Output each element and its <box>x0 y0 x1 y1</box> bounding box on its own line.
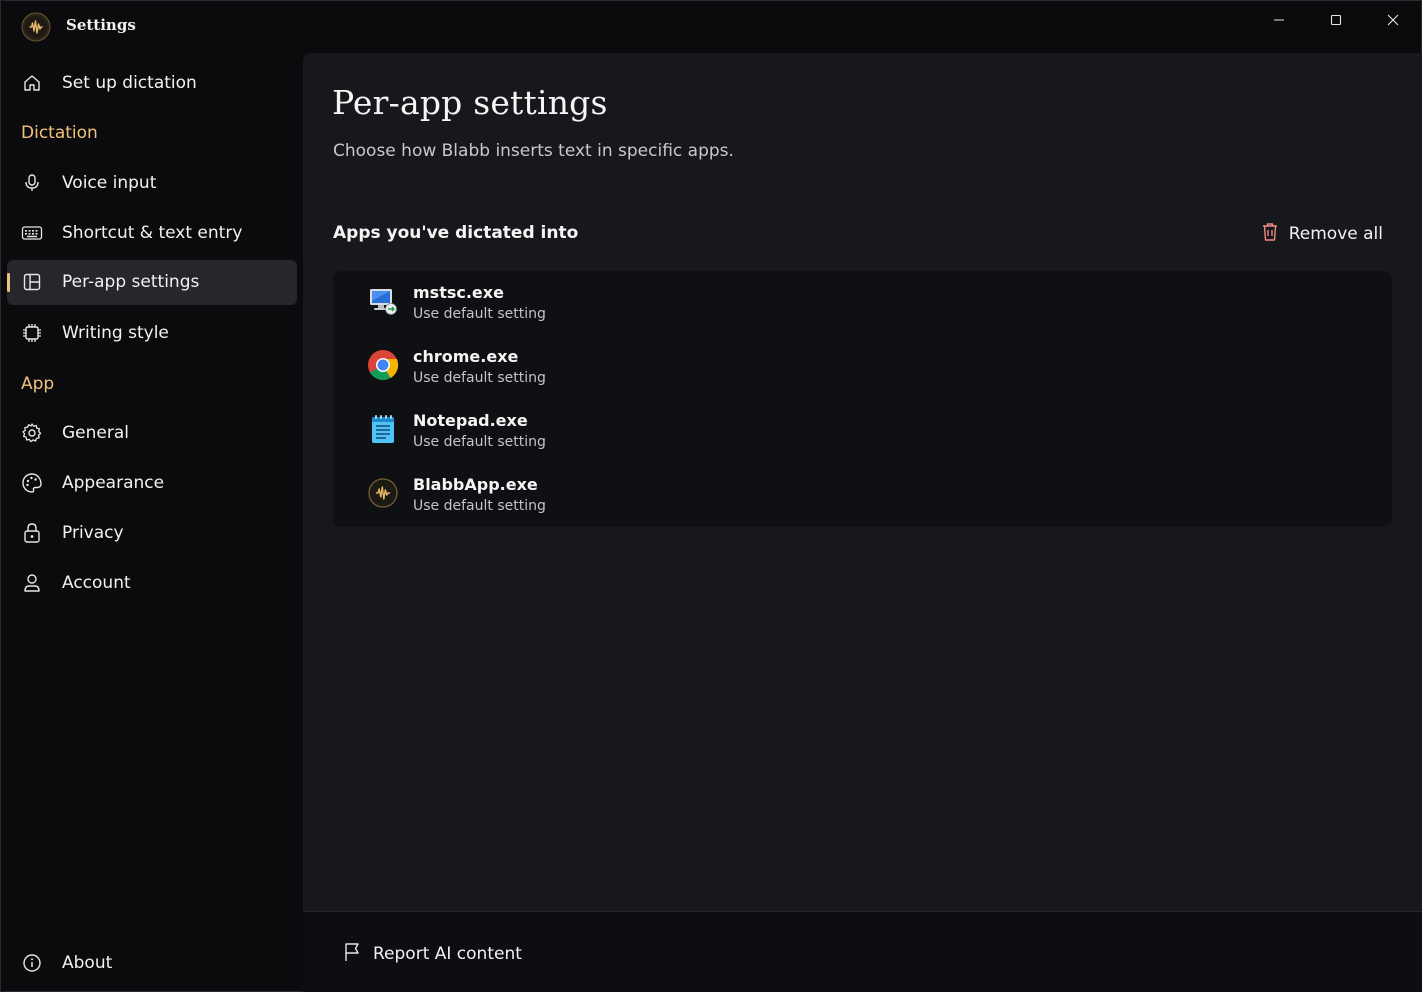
chip-icon <box>21 322 43 344</box>
app-row-mstsc[interactable]: mstsc.exe Use default setting <box>333 271 1392 335</box>
blabb-logo-icon <box>21 12 51 42</box>
app-row-blabbapp[interactable]: BlabbApp.exe Use default setting <box>333 463 1392 527</box>
report-ai-content-button[interactable]: Report AI content <box>333 936 532 972</box>
sidebar-item-about[interactable]: About <box>7 941 297 986</box>
sidebar: Set up dictation Dictation Voice input S… <box>1 53 303 992</box>
sidebar-item-per-app-settings[interactable]: Per-app settings <box>7 260 297 305</box>
close-button[interactable] <box>1364 1 1421 39</box>
flag-icon <box>343 942 361 967</box>
sidebar-item-label: Set up dictation <box>62 73 197 93</box>
sidebar-item-set-up-dictation[interactable]: Set up dictation <box>7 61 297 106</box>
maximize-icon <box>1330 14 1341 26</box>
app-setting: Use default setting <box>413 498 546 514</box>
minimize-button[interactable] <box>1250 1 1307 39</box>
app-setting: Use default setting <box>413 306 546 322</box>
remote-desktop-icon <box>367 285 399 317</box>
microphone-icon <box>21 172 43 194</box>
sidebar-item-label: Voice input <box>62 173 157 193</box>
sidebar-item-label: Account <box>62 573 131 593</box>
sidebar-item-shortcut-text-entry[interactable]: Shortcut & text entry <box>7 211 297 256</box>
app-setting: Use default setting <box>413 370 546 386</box>
sidebar-item-label: Privacy <box>62 523 124 543</box>
app-panels-icon <box>21 271 43 293</box>
maximize-button[interactable] <box>1307 1 1364 39</box>
notepad-icon <box>367 413 399 445</box>
title-bar[interactable]: Settings <box>1 1 1421 53</box>
sidebar-item-writing-style[interactable]: Writing style <box>7 311 297 356</box>
app-name: Notepad.exe <box>413 411 528 430</box>
section-header-app: App <box>21 374 55 394</box>
remove-all-button[interactable]: Remove all <box>1251 217 1393 251</box>
sidebar-item-general[interactable]: General <box>7 411 297 456</box>
sidebar-item-label: Shortcut & text entry <box>62 223 243 243</box>
app-name: BlabbApp.exe <box>413 475 538 494</box>
app-name: chrome.exe <box>413 347 519 366</box>
sidebar-item-account[interactable]: Account <box>7 561 297 606</box>
app-row-notepad[interactable]: Notepad.exe Use default setting <box>333 399 1392 463</box>
close-icon <box>1387 14 1398 26</box>
sidebar-item-label: General <box>62 423 129 443</box>
trash-icon <box>1261 222 1279 247</box>
remove-all-label: Remove all <box>1288 224 1383 244</box>
app-setting: Use default setting <box>413 434 546 450</box>
app-row-chrome[interactable]: chrome.exe Use default setting <box>333 335 1392 399</box>
app-name: mstsc.exe <box>413 283 504 302</box>
window-controls <box>1250 1 1421 41</box>
blabb-icon <box>367 477 399 509</box>
sidebar-item-label: About <box>62 953 113 973</box>
footer-bar: Report AI content <box>303 911 1422 992</box>
lock-icon <box>21 522 43 544</box>
sidebar-item-label: Appearance <box>62 473 165 493</box>
active-indicator <box>7 273 10 292</box>
keyboard-icon <box>21 222 43 244</box>
sidebar-item-privacy[interactable]: Privacy <box>7 511 297 556</box>
person-icon <box>21 572 43 594</box>
gear-icon <box>21 422 43 444</box>
info-icon <box>21 952 43 974</box>
window-title: Settings <box>66 16 136 34</box>
home-icon <box>21 72 43 94</box>
palette-icon <box>21 472 43 494</box>
sidebar-item-appearance[interactable]: Appearance <box>7 461 297 506</box>
minimize-icon <box>1273 19 1284 21</box>
apps-section-title: Apps you've dictated into <box>333 223 579 243</box>
main-content: Per-app settings Choose how Blabb insert… <box>303 53 1422 911</box>
report-ai-content-label: Report AI content <box>373 944 522 964</box>
chrome-icon <box>367 349 399 381</box>
page-subtitle: Choose how Blabb inserts text in specifi… <box>333 141 734 161</box>
settings-window: Settings Set up dictation Dictation Voic… <box>0 0 1422 992</box>
sidebar-item-voice-input[interactable]: Voice input <box>7 161 297 206</box>
section-header-dictation: Dictation <box>21 123 98 143</box>
page-title: Per-app settings <box>332 83 608 122</box>
app-list: mstsc.exe Use default setting chrome.exe… <box>333 271 1392 527</box>
sidebar-item-label: Writing style <box>62 323 169 343</box>
sidebar-item-label: Per-app settings <box>62 272 200 292</box>
